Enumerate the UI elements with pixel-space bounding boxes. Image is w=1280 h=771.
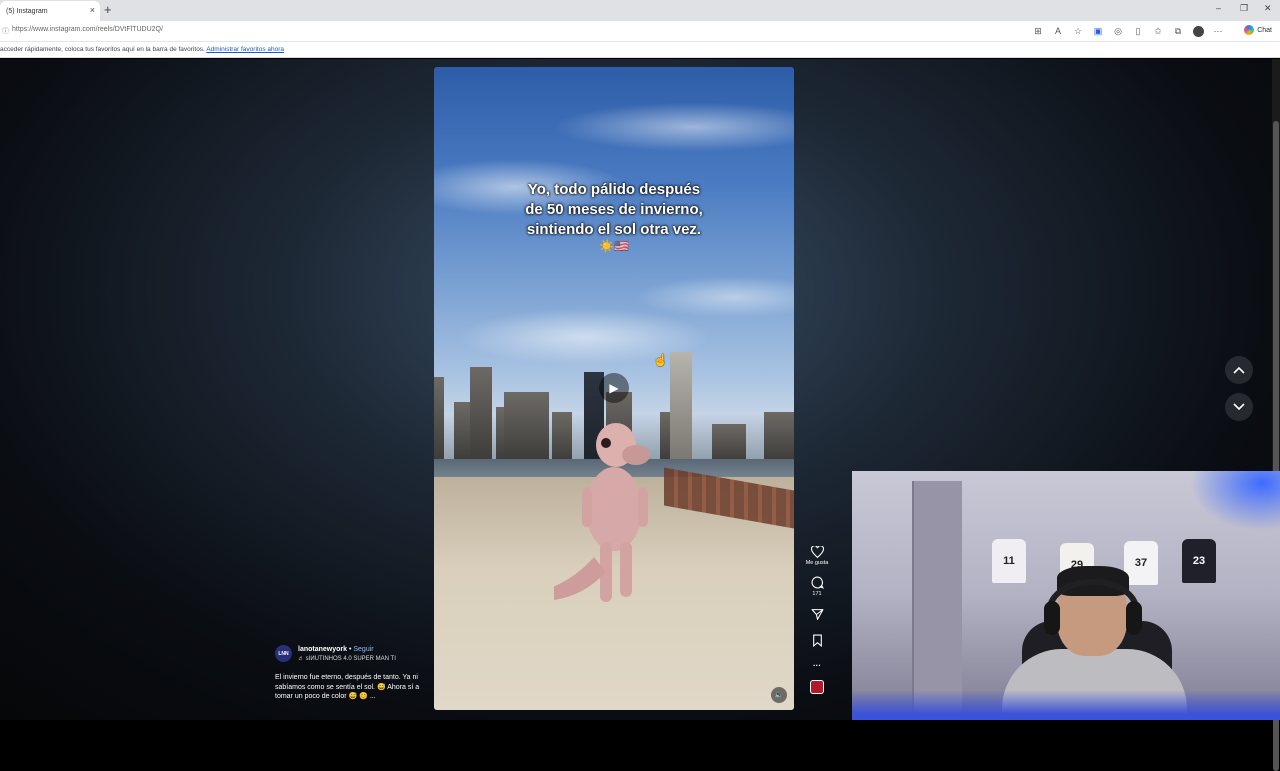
close-window-button[interactable]: ✕ xyxy=(1264,3,1272,14)
favorites-icon[interactable]: ✩ xyxy=(1152,25,1164,37)
caption-emoji: ☀️🇺🇸 xyxy=(599,239,629,253)
favorites-hint: acceder rápidamente, coloca tus favorito… xyxy=(0,46,205,53)
read-aloud-icon[interactable]: A xyxy=(1052,25,1064,37)
reel-actions: Me gusta 171 ··· xyxy=(804,546,830,694)
address-bar: ⓘ https://www.instagram.com/reels/DVtFlT… xyxy=(0,21,1280,42)
split-screen-icon[interactable]: ▯ xyxy=(1132,25,1144,37)
settings-more-icon[interactable]: ⋯ xyxy=(1212,25,1224,37)
reel-video[interactable]: Yo, todo pálido después de 50 meses de i… xyxy=(434,67,794,710)
save-button[interactable] xyxy=(812,634,823,647)
more-icon: ··· xyxy=(813,661,821,670)
mute-button[interactable]: 🔈 xyxy=(771,687,787,703)
copilot-button[interactable]: Chat xyxy=(1244,25,1272,35)
play-icon: ▶ xyxy=(609,381,619,395)
jersey-1: 11 xyxy=(992,539,1026,583)
webcam-door xyxy=(912,481,962,720)
more-options-button[interactable]: ··· xyxy=(813,661,821,670)
music-note-icon: ♬ xyxy=(298,656,304,662)
caption-line-3: sintiendo el sol otra vez. xyxy=(526,221,702,238)
manage-favorites-link[interactable]: Administrar favoritos ahora xyxy=(206,46,284,53)
bookmark-icon xyxy=(812,634,822,647)
restore-button[interactable]: ❐ xyxy=(1240,3,1248,14)
headset-ear-right xyxy=(1126,601,1142,635)
caption-line-1: Yo, todo pálido después xyxy=(527,181,701,198)
caption-line-2: de 50 meses de invierno, xyxy=(525,201,703,218)
translate-icon[interactable]: ▣ xyxy=(1092,25,1104,37)
minimize-button[interactable]: – xyxy=(1216,3,1221,13)
comment-count: 171 xyxy=(812,591,822,597)
favorite-star-icon[interactable]: ☆ xyxy=(1072,25,1084,37)
next-reel-button[interactable] xyxy=(1225,393,1253,421)
profile-avatar[interactable] xyxy=(1192,25,1204,37)
led-strip-light xyxy=(852,690,1280,720)
copilot-label: Chat xyxy=(1257,26,1272,34)
send-icon xyxy=(811,609,823,620)
jersey-3: 37 xyxy=(1124,541,1158,585)
previous-reel-button[interactable] xyxy=(1225,356,1253,384)
copilot-icon xyxy=(1244,25,1255,35)
like-button[interactable]: Me gusta xyxy=(805,546,829,566)
audio-link[interactable]: ♬ ѕIИUTINHOS 4.0 SUPER MAN TI xyxy=(298,656,396,662)
pink-creature-figure xyxy=(554,423,650,602)
heart-icon xyxy=(810,546,824,558)
browser-tab-bar: (5) Instagram × + – ❐ ✕ xyxy=(0,0,1280,21)
audio-title: ѕIИUTINHOS 4.0 SUPER MAN TI xyxy=(305,656,396,662)
webcam-blue-light xyxy=(1190,471,1280,531)
favorites-bar: acceder rápidamente, coloca tus favorito… xyxy=(0,42,1280,58)
follow-button[interactable]: Seguir xyxy=(353,646,373,653)
comment-button[interactable]: 171 xyxy=(811,576,824,597)
tab-close-icon[interactable]: × xyxy=(90,5,95,15)
headset-ear-left xyxy=(1044,601,1060,635)
jersey-4: 23 xyxy=(1182,539,1216,583)
chevron-up-icon xyxy=(1233,366,1245,374)
share-button[interactable] xyxy=(811,608,824,621)
speaker-icon: 🔈 xyxy=(774,692,784,699)
streamer-webcam-overlay: 11 29 37 23 xyxy=(852,471,1280,720)
extension-icon[interactable]: ◎ xyxy=(1112,25,1124,37)
avatar[interactable]: LNN xyxy=(275,645,292,662)
tab-instagram[interactable]: (5) Instagram × xyxy=(0,1,100,21)
new-tab-button[interactable]: + xyxy=(104,2,112,17)
tab-title: (5) Instagram xyxy=(6,7,48,15)
collections-icon[interactable]: ⧉ xyxy=(1172,25,1184,37)
reel-caption-overlay: Yo, todo pálido después de 50 meses de i… xyxy=(434,180,794,240)
user-line: lanotanewyork • Seguir xyxy=(298,646,374,653)
username-link[interactable]: lanotanewyork xyxy=(298,646,347,653)
mouse-cursor-icon: ☝ xyxy=(653,353,668,367)
chevron-down-icon xyxy=(1233,403,1245,411)
post-description[interactable]: El invierno fue eterno, después de tanto… xyxy=(275,673,425,702)
app-available-icon[interactable]: ⊞ xyxy=(1032,25,1044,37)
audio-thumbnail[interactable] xyxy=(810,680,824,694)
page-info-icon[interactable]: ⓘ xyxy=(2,26,9,36)
browser-toolbar: ⊞ A ☆ ▣ ◎ ▯ ✩ ⧉ ⋯ xyxy=(1032,25,1224,37)
url-field[interactable]: https://www.instagram.com/reels/DVtFlTUD… xyxy=(12,26,163,33)
comment-icon xyxy=(811,576,824,589)
like-label: Me gusta xyxy=(805,560,829,566)
play-button[interactable]: ▶ xyxy=(599,373,629,403)
